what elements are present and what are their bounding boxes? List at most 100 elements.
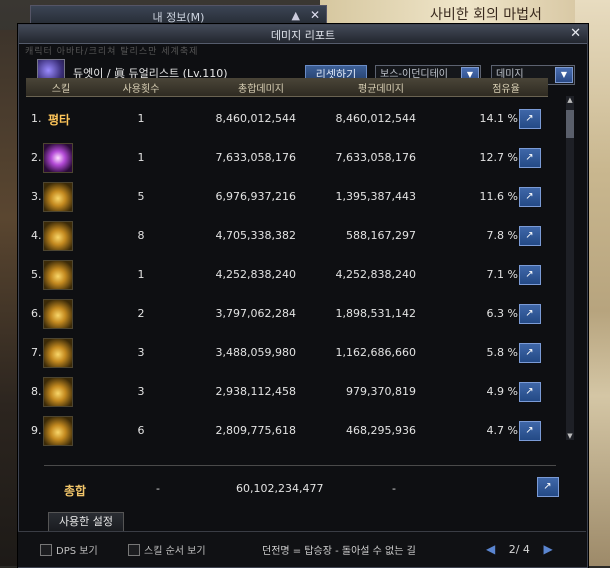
- table-row: 2. 1 7,633,058,176 7,633,058,176 12.7 % …: [26, 139, 548, 178]
- pager: ◀ 2/ 4 ▶: [486, 542, 553, 556]
- header-total: 총합데미지: [238, 84, 284, 95]
- close-icon[interactable]: ✕: [570, 26, 581, 41]
- total-label: 총합: [64, 484, 87, 498]
- header-average: 평균데미지: [358, 84, 404, 95]
- close-icon[interactable]: ✕: [310, 8, 320, 22]
- scroll-up-icon[interactable]: ▲: [566, 96, 574, 104]
- dungeon-name: 던전명 = 탑승장 - 돌아설 수 없는 길: [262, 546, 416, 557]
- use-count: 1: [137, 268, 145, 281]
- row-number: 7.: [31, 346, 42, 359]
- scroll-thumb[interactable]: [566, 110, 574, 138]
- table-row: 7. 3 3,488,059,980 1,162,686,660 5.8 % ↗: [26, 334, 548, 373]
- skill-icon: [43, 377, 73, 407]
- share-percent: 4.9 %: [486, 385, 518, 398]
- total-divider: [44, 465, 556, 466]
- share-icon: ↗: [525, 230, 534, 241]
- table-row: 4. 8 4,705,338,382 588,167,297 7.8 % ↗: [26, 217, 548, 256]
- table-row: 8. 3 2,938,112,458 979,370,819 4.9 % ↗: [26, 373, 548, 412]
- skill-name: 평타: [48, 113, 71, 127]
- use-count: 6: [137, 424, 145, 437]
- use-count: 2: [137, 307, 145, 320]
- report-footer: DPS 보기 스킬 순서 보기 던전명 = 탑승장 - 돌아설 수 없는 길 ◀…: [18, 531, 586, 567]
- share-icon: ↗: [525, 425, 534, 436]
- skill-order-label: 스킬 순서 보기: [144, 546, 206, 557]
- header-share: 점유율: [492, 84, 520, 95]
- total-damage: 6,976,937,216: [215, 190, 296, 203]
- skill-order-checkbox[interactable]: [128, 544, 140, 556]
- total-damage: 4,705,338,382: [215, 229, 296, 242]
- total-damage: 3,797,062,284: [215, 307, 296, 320]
- share-icon: ↗: [525, 308, 534, 319]
- share-button[interactable]: ↗: [537, 477, 559, 497]
- share-button[interactable]: ↗: [519, 343, 541, 363]
- skill-icon: [43, 221, 73, 251]
- damage-table: 스킬 사용횟수 총합데미지 평균데미지 점유율 1. 평타 1 8,460,01…: [26, 78, 548, 446]
- table-row: 6. 2 3,797,062,284 1,898,531,142 6.3 % ↗: [26, 295, 548, 334]
- prev-page-icon[interactable]: ◀: [486, 542, 495, 556]
- average-damage: 4,252,838,240: [335, 268, 416, 281]
- scroll-down-icon[interactable]: ▼: [566, 432, 574, 440]
- use-count: 8: [137, 229, 145, 242]
- skill-icon: [43, 338, 73, 368]
- skill-icon: [43, 260, 73, 290]
- average-damage: 1,162,686,660: [335, 346, 416, 359]
- share-button[interactable]: ↗: [519, 304, 541, 324]
- share-icon: ↗: [543, 481, 552, 492]
- row-number: 4.: [31, 229, 42, 242]
- table-row: 5. 1 4,252,838,240 4,252,838,240 7.1 % ↗: [26, 256, 548, 295]
- row-number: 1.: [31, 112, 42, 125]
- row-number: 5.: [31, 268, 42, 281]
- share-percent: 5.8 %: [486, 346, 518, 359]
- used-setting-tab[interactable]: 사용한 설정: [48, 512, 124, 531]
- window-titlebar[interactable]: 데미지 리포트 ✕: [19, 25, 587, 44]
- share-icon: ↗: [525, 113, 534, 124]
- table-scrollbar[interactable]: ▲ ▼: [566, 96, 574, 440]
- share-percent: 12.7 %: [479, 151, 518, 164]
- share-button[interactable]: ↗: [519, 187, 541, 207]
- page-indicator: 2/ 4: [508, 543, 530, 556]
- table-header: 스킬 사용횟수 총합데미지 평균데미지 점유율: [26, 78, 548, 97]
- skill-icon: [43, 182, 73, 212]
- average-damage: 588,167,297: [346, 229, 416, 242]
- pin-icon[interactable]: ▲: [292, 9, 300, 22]
- skill-icon: [43, 416, 73, 446]
- share-button[interactable]: ↗: [519, 109, 541, 129]
- average-damage: 1,395,387,443: [335, 190, 416, 203]
- window-title: 데미지 리포트: [270, 29, 336, 42]
- share-button[interactable]: ↗: [519, 421, 541, 441]
- average-damage: 468,295,936: [346, 424, 416, 437]
- table-row: 9. 6 2,809,775,618 468,295,936 4.7 % ↗: [26, 412, 548, 451]
- total-damage: 4,252,838,240: [215, 268, 296, 281]
- use-count: 3: [137, 346, 145, 359]
- row-number: 9.: [31, 424, 42, 437]
- row-number: 8.: [31, 385, 42, 398]
- share-button[interactable]: ↗: [519, 382, 541, 402]
- share-button[interactable]: ↗: [519, 148, 541, 168]
- skill-icon: [43, 143, 73, 173]
- average-damage: 979,370,819: [346, 385, 416, 398]
- next-page-icon[interactable]: ▶: [543, 542, 552, 556]
- tabs-behind: 캐릭터 아바타/크리쳐 탈리스만 세계축제: [25, 47, 199, 57]
- total-damage: 2,938,112,458: [215, 385, 296, 398]
- share-icon: ↗: [525, 269, 534, 280]
- share-percent: 14.1 %: [479, 112, 518, 125]
- share-button[interactable]: ↗: [519, 226, 541, 246]
- share-button[interactable]: ↗: [519, 265, 541, 285]
- total-damage-sum: 60,102,234,477: [236, 482, 324, 495]
- total-damage: 3,488,059,980: [215, 346, 296, 359]
- use-count: 1: [137, 151, 145, 164]
- average-damage: 7,633,058,176: [335, 151, 416, 164]
- background-banner-text: 사비한 회의 마법서: [430, 7, 542, 23]
- table-row: 3. 5 6,976,937,216 1,395,387,443 11.6 % …: [26, 178, 548, 217]
- header-skill: 스킬: [51, 84, 71, 95]
- row-number: 6.: [31, 307, 42, 320]
- share-percent: 11.6 %: [479, 190, 518, 203]
- header-count: 사용횟수: [122, 84, 160, 95]
- share-percent: 6.3 %: [486, 307, 518, 320]
- share-icon: ↗: [525, 191, 534, 202]
- chevron-down-icon[interactable]: ▼: [555, 67, 573, 83]
- dps-checkbox[interactable]: [40, 544, 52, 556]
- average-damage: 1,898,531,142: [335, 307, 416, 320]
- use-count: 5: [137, 190, 145, 203]
- skill-icon: [43, 299, 73, 329]
